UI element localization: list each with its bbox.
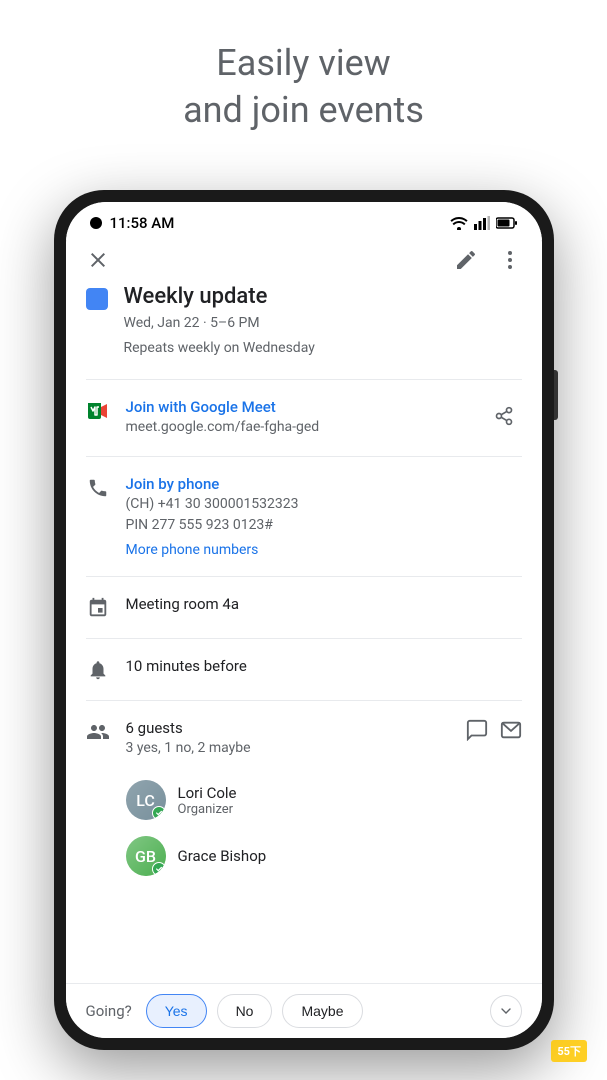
header-line2: and join events: [183, 89, 424, 131]
guests-icon: [86, 720, 110, 744]
camera-icon: [90, 217, 102, 229]
phone-content: Join by phone (CH) +41 30 300001532323 P…: [126, 475, 522, 558]
toolbar: [66, 240, 542, 284]
event-date: Wed, Jan 22 · 5–6 PM: [124, 313, 315, 334]
divider-3: [86, 576, 522, 577]
status-icons: [450, 216, 518, 230]
bell-icon: [86, 658, 110, 682]
guest-avatar-grace: GB: [126, 836, 166, 876]
share-button[interactable]: [486, 398, 522, 434]
guest-avatar-lori: LC: [126, 780, 166, 820]
meet-url: meet.google.com/fae-fgha-ged: [126, 418, 470, 438]
close-button[interactable]: [86, 248, 110, 272]
meet-row: Join with Google Meet meet.google.com/fa…: [86, 384, 522, 452]
meet-link[interactable]: Join with Google Meet: [126, 398, 470, 416]
event-content: Weekly update Wed, Jan 22 · 5–6 PM Repea…: [66, 284, 542, 990]
event-color-indicator: [86, 288, 108, 310]
room-icon: [86, 596, 110, 620]
guest-item-grace: GB Grace Bishop: [126, 828, 522, 884]
divider-1: [86, 379, 522, 380]
guest-name-lori: Lori Cole: [178, 784, 237, 802]
rsvp-yes-button[interactable]: Yes: [146, 994, 207, 1028]
guest-role-lori: Organizer: [178, 802, 237, 817]
room-label: Meeting room 4a: [126, 595, 240, 613]
status-time: 11:58 AM: [110, 214, 175, 232]
event-title: Weekly update: [124, 284, 315, 309]
guest-name-grace: Grace Bishop: [178, 847, 267, 865]
phone-link[interactable]: Join by phone: [126, 475, 522, 493]
header-line1: Easily view: [216, 42, 390, 84]
guest-list: LC Lori Cole Organizer: [86, 772, 522, 884]
meet-content: Join with Google Meet meet.google.com/fa…: [126, 398, 470, 438]
guests-actions: [466, 719, 522, 741]
divider-4: [86, 638, 522, 639]
avatar-check-lori: [152, 806, 166, 820]
guest-item-lori: LC Lori Cole Organizer: [126, 772, 522, 828]
meet-icon: [86, 399, 110, 423]
phone-frame: 11:58 AM: [54, 190, 554, 1050]
guest-info-grace: Grace Bishop: [178, 847, 267, 865]
reminder-label: 10 minutes before: [126, 657, 247, 675]
guests-content: 6 guests 3 yes, 1 no, 2 maybe: [126, 719, 450, 759]
guests-summary: 3 yes, 1 no, 2 maybe: [126, 739, 450, 759]
phone-screen: 11:58 AM: [66, 202, 542, 1038]
rsvp-maybe-button[interactable]: Maybe: [282, 994, 362, 1028]
going-label: Going?: [86, 1002, 132, 1020]
status-time-group: 11:58 AM: [90, 214, 175, 232]
signal-icon: [474, 216, 490, 230]
guests-row: 6 guests 3 yes, 1 no, 2 maybe: [86, 705, 522, 773]
reminder-row: 10 minutes before: [86, 643, 522, 696]
watermark: 55下: [551, 1040, 587, 1062]
message-guests-button[interactable]: [466, 719, 488, 741]
battery-icon: [496, 217, 518, 229]
phone-number: (CH) +41 30 300001532323: [126, 495, 522, 515]
rsvp-no-button[interactable]: No: [217, 994, 273, 1028]
guests-count: 6 guests: [126, 719, 450, 737]
phone-icon: [86, 476, 110, 500]
email-guests-button[interactable]: [500, 719, 522, 741]
side-button: [554, 370, 558, 420]
phone-pin: PIN 277 555 923 0123#: [126, 516, 522, 536]
event-recurrence: Repeats weekly on Wednesday: [124, 338, 315, 359]
expand-rsvp-button[interactable]: [490, 995, 522, 1027]
edit-button[interactable]: [454, 248, 478, 272]
more-options-button[interactable]: [498, 248, 522, 272]
guest-info-lori: Lori Cole Organizer: [178, 784, 237, 817]
avatar-check-grace: [152, 862, 166, 876]
more-phone-numbers[interactable]: More phone numbers: [126, 542, 522, 558]
wifi-icon: [450, 216, 468, 230]
divider-2: [86, 456, 522, 457]
event-title-section: Weekly update Wed, Jan 22 · 5–6 PM Repea…: [86, 284, 522, 359]
page-header: Easily view and join events: [0, 0, 607, 164]
event-title-group: Weekly update Wed, Jan 22 · 5–6 PM Repea…: [124, 284, 315, 359]
divider-5: [86, 700, 522, 701]
room-row: Meeting room 4a: [86, 581, 522, 634]
phone-row: Join by phone (CH) +41 30 300001532323 P…: [86, 461, 522, 572]
status-bar: 11:58 AM: [66, 202, 542, 240]
rsvp-bar: Going? Yes No Maybe: [66, 983, 542, 1038]
